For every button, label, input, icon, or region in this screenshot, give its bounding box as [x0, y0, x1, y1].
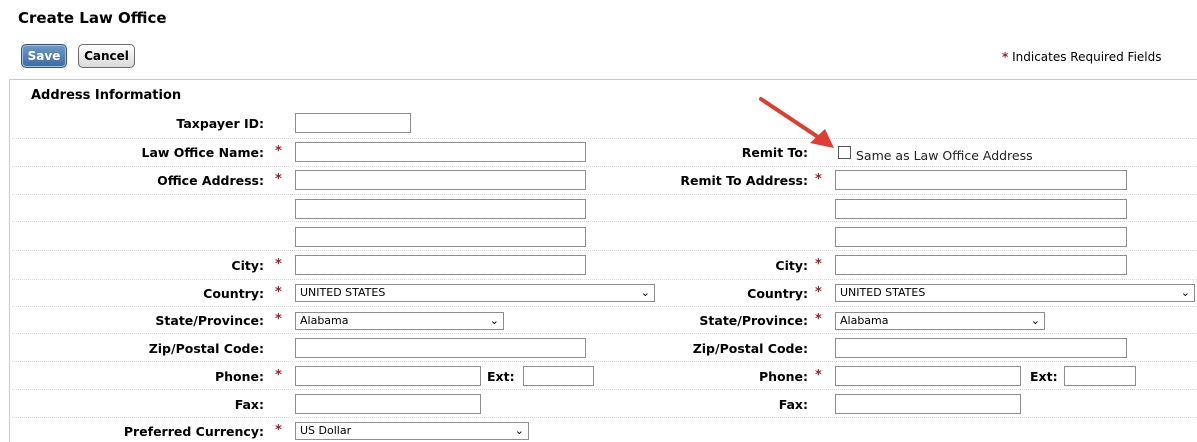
section-title: Address Information	[31, 88, 182, 103]
taxpayer-id-input[interactable]	[295, 113, 411, 133]
chevron-down-icon: ⌄	[514, 424, 524, 437]
fax-label: Fax:	[234, 397, 264, 412]
office-address-line3-input[interactable]	[295, 227, 586, 247]
remit-address-line3-input[interactable]	[835, 227, 1127, 247]
remit-city-label: City:	[775, 258, 808, 273]
row-separator	[12, 138, 1197, 139]
country-select-value: UNITED STATES	[300, 286, 386, 299]
required-star: *	[815, 368, 822, 383]
country-select[interactable]: UNITED STATES ⌄	[295, 284, 655, 302]
remit-state-select[interactable]: Alabama ⌄	[835, 312, 1045, 330]
chevron-down-icon: ⌄	[1030, 314, 1040, 327]
arrow-annotation-icon	[759, 97, 834, 148]
phone-input[interactable]	[295, 366, 481, 386]
law-office-name-input[interactable]	[295, 142, 586, 162]
ext-label: Ext:	[487, 369, 515, 384]
remit-ext-input[interactable]	[1064, 366, 1136, 386]
remit-zip-input[interactable]	[835, 338, 1127, 358]
remit-city-input[interactable]	[835, 255, 1127, 275]
required-star: *	[1002, 50, 1009, 64]
state-select[interactable]: Alabama ⌄	[295, 312, 504, 330]
remit-country-select-value: UNITED STATES	[840, 286, 926, 299]
row-separator	[12, 389, 1197, 390]
remit-fax-label: Fax:	[778, 397, 808, 412]
same-as-address-checkbox[interactable]	[838, 146, 851, 159]
office-address-line2-input[interactable]	[295, 199, 586, 219]
ext-input[interactable]	[523, 366, 594, 386]
remit-state-select-value: Alabama	[840, 314, 889, 327]
row-separator	[12, 221, 1197, 222]
required-star: *	[275, 312, 282, 327]
required-star: *	[275, 368, 282, 383]
row-separator	[12, 279, 1197, 280]
state-select-value: Alabama	[300, 314, 349, 327]
page-title: Create Law Office	[18, 9, 167, 27]
office-address-line1-input[interactable]	[295, 170, 586, 190]
remit-country-label: Country:	[747, 286, 808, 301]
required-star: *	[275, 285, 282, 300]
remit-address-line2-input[interactable]	[835, 199, 1127, 219]
required-star: *	[815, 172, 822, 187]
required-star: *	[275, 423, 282, 438]
required-star: *	[275, 144, 282, 159]
preferred-currency-label: Preferred Currency:	[123, 424, 264, 439]
remit-address-line1-input[interactable]	[835, 170, 1127, 190]
required-star: *	[275, 172, 282, 187]
chevron-down-icon: ⌄	[640, 286, 650, 299]
remit-ext-label: Ext:	[1030, 369, 1058, 384]
row-separator	[12, 194, 1197, 195]
state-label: State/Province:	[155, 313, 264, 328]
city-input[interactable]	[295, 255, 586, 275]
remit-state-label: State/Province:	[699, 313, 808, 328]
remit-zip-label: Zip/Postal Code:	[692, 341, 808, 356]
currency-select-value: US Dollar	[300, 424, 352, 437]
row-separator	[12, 306, 1197, 307]
remit-country-select[interactable]: UNITED STATES ⌄	[835, 284, 1195, 302]
office-address-label: Office Address:	[157, 173, 264, 188]
phone-label: Phone:	[214, 369, 264, 384]
required-star: *	[275, 257, 282, 272]
row-separator	[12, 361, 1197, 362]
cancel-button[interactable]: Cancel	[78, 44, 135, 68]
law-office-name-label: Law Office Name:	[141, 145, 264, 160]
remit-phone-label: Phone:	[758, 369, 808, 384]
country-label: Country:	[203, 286, 264, 301]
required-star: *	[815, 285, 822, 300]
required-note-text: Indicates Required Fields	[1012, 50, 1162, 64]
fax-input[interactable]	[295, 394, 481, 414]
same-as-address-label[interactable]: Same as Law Office Address	[856, 148, 1033, 163]
remit-fax-input[interactable]	[835, 394, 1021, 414]
chevron-down-icon: ⌄	[1180, 286, 1190, 299]
required-fields-note: * Indicates Required Fields	[1002, 50, 1161, 64]
required-star: *	[815, 257, 822, 272]
city-label: City:	[231, 258, 264, 273]
remit-address-label: Remit To Address:	[680, 173, 808, 188]
taxpayer-id-label: Taxpayer ID:	[176, 116, 264, 131]
row-separator	[12, 166, 1197, 167]
required-star: *	[815, 312, 822, 327]
save-button[interactable]: Save	[21, 44, 67, 68]
row-separator	[12, 333, 1197, 334]
currency-select[interactable]: US Dollar ⌄	[295, 422, 529, 440]
row-separator	[12, 417, 1197, 418]
remit-phone-input[interactable]	[835, 366, 1021, 386]
chevron-down-icon: ⌄	[489, 314, 499, 327]
zip-input[interactable]	[295, 338, 586, 358]
zip-label: Zip/Postal Code:	[148, 341, 264, 356]
row-separator	[12, 250, 1197, 251]
